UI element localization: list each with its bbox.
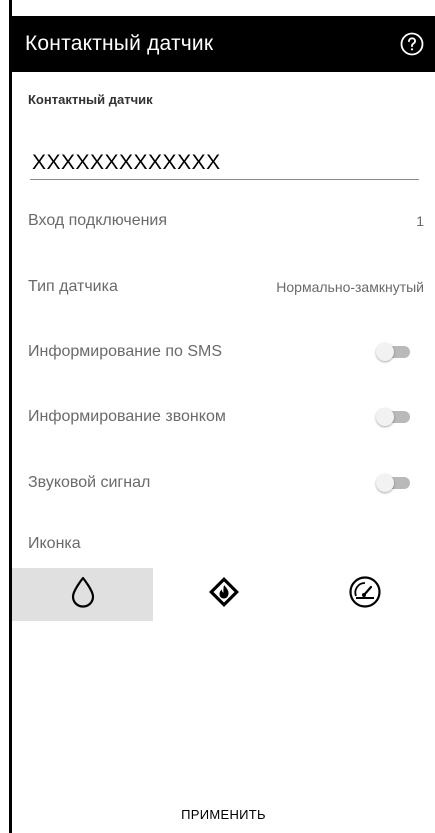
- icon-option-fire[interactable]: [153, 568, 294, 621]
- sensor-type-value: Нормально-замкнутый: [276, 279, 424, 295]
- call-notify-toggle[interactable]: [376, 408, 412, 426]
- icon-section-label: Иконка: [28, 535, 81, 552]
- icon-option-drop[interactable]: [12, 568, 153, 621]
- sensor-name-field[interactable]: [30, 150, 419, 180]
- sensor-name-label: Контактный датчик: [28, 92, 153, 107]
- page-title: Контактный датчик: [25, 32, 214, 55]
- icon-option-gauge[interactable]: [294, 568, 435, 621]
- connection-input-value: 1: [416, 213, 424, 229]
- connection-input-label: Вход подключения: [28, 212, 168, 229]
- fire-hazard-icon: [207, 575, 241, 614]
- water-drop-icon: [70, 576, 96, 613]
- sound-signal-toggle[interactable]: [376, 474, 412, 492]
- sms-notify-row: Информирование по SMS: [28, 343, 424, 361]
- icon-picker: [12, 568, 435, 621]
- gauge-icon: [348, 575, 382, 614]
- sms-notify-toggle[interactable]: [376, 343, 412, 361]
- apply-button[interactable]: ПРИМЕНИТЬ: [12, 795, 435, 833]
- call-notify-row: Информирование звонком: [28, 408, 424, 426]
- help-circle-icon[interactable]: [399, 31, 425, 57]
- connection-input-row[interactable]: Вход подключения 1: [28, 212, 424, 230]
- call-notify-label: Информирование звонком: [28, 408, 226, 425]
- sensor-type-row[interactable]: Тип датчика Нормально-замкнутый: [28, 278, 424, 296]
- label-spacer: [190, 94, 366, 114]
- sound-signal-row: Звуковой сигнал: [28, 474, 424, 492]
- sensor-type-label: Тип датчика: [28, 278, 118, 295]
- sms-notify-label: Информирование по SMS: [28, 343, 223, 360]
- app-bar: Контактный датчик: [9, 16, 435, 72]
- sound-signal-label: Звуковой сигнал: [28, 474, 151, 491]
